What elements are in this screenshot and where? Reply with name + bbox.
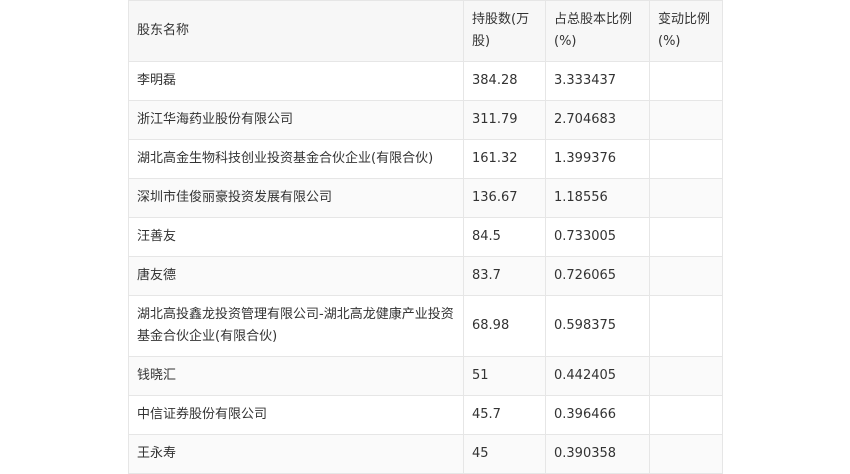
table-row: 唐友德 83.7 0.726065 — [128, 256, 723, 296]
shareholder-table: 股东名称 持股数(万股) 占总股本比例(%) 变动比例(%) 李明磊 384.2… — [128, 0, 723, 474]
cell-shareholder-name: 李明磊 — [128, 61, 464, 101]
cell-share-ratio: 0.396466 — [545, 395, 650, 435]
cell-shareholder-name: 汪善友 — [128, 217, 464, 257]
cell-shareholder-name: 中信证券股份有限公司 — [128, 395, 464, 435]
cell-change-ratio — [649, 178, 723, 218]
cell-shareholder-name: 王永寿 — [128, 434, 464, 474]
cell-shareholder-name: 湖北高投鑫龙投资管理有限公司-湖北高龙健康产业投资基金合伙企业(有限合伙) — [128, 295, 464, 357]
table-row: 深圳市佳俊丽豪投资发展有限公司 136.67 1.18556 — [128, 178, 723, 218]
header-shares-held: 持股数(万股) — [463, 0, 546, 62]
cell-change-ratio — [649, 434, 723, 474]
cell-change-ratio — [649, 295, 723, 357]
cell-share-ratio: 2.704683 — [545, 100, 650, 140]
cell-change-ratio — [649, 217, 723, 257]
shareholder-table-container: 股东名称 持股数(万股) 占总股本比例(%) 变动比例(%) 李明磊 384.2… — [128, 0, 723, 474]
cell-change-ratio — [649, 356, 723, 396]
table-header-row: 股东名称 持股数(万股) 占总股本比例(%) 变动比例(%) — [128, 0, 723, 62]
cell-share-ratio: 0.390358 — [545, 434, 650, 474]
cell-shares-held: 45.7 — [463, 395, 546, 435]
table-row: 中信证券股份有限公司 45.7 0.396466 — [128, 395, 723, 435]
table-row: 汪善友 84.5 0.733005 — [128, 217, 723, 257]
cell-change-ratio — [649, 395, 723, 435]
cell-shareholder-name: 唐友德 — [128, 256, 464, 296]
table-row: 李明磊 384.28 3.333437 — [128, 61, 723, 101]
table-row: 湖北高金生物科技创业投资基金合伙企业(有限合伙) 161.32 1.399376 — [128, 139, 723, 179]
cell-shares-held: 84.5 — [463, 217, 546, 257]
cell-share-ratio: 0.598375 — [545, 295, 650, 357]
header-share-ratio: 占总股本比例(%) — [545, 0, 650, 62]
cell-share-ratio: 0.442405 — [545, 356, 650, 396]
cell-change-ratio — [649, 139, 723, 179]
header-shareholder-name: 股东名称 — [128, 0, 464, 62]
cell-change-ratio — [649, 61, 723, 101]
header-change-ratio: 变动比例(%) — [649, 0, 723, 62]
cell-shares-held: 384.28 — [463, 61, 546, 101]
cell-shareholder-name: 浙江华海药业股份有限公司 — [128, 100, 464, 140]
cell-shares-held: 68.98 — [463, 295, 546, 357]
cell-shareholder-name: 湖北高金生物科技创业投资基金合伙企业(有限合伙) — [128, 139, 464, 179]
cell-shareholder-name: 钱晓汇 — [128, 356, 464, 396]
cell-share-ratio: 0.726065 — [545, 256, 650, 296]
cell-shares-held: 45 — [463, 434, 546, 474]
cell-shares-held: 83.7 — [463, 256, 546, 296]
cell-shares-held: 161.32 — [463, 139, 546, 179]
table-row: 王永寿 45 0.390358 — [128, 434, 723, 474]
cell-share-ratio: 0.733005 — [545, 217, 650, 257]
cell-share-ratio: 3.333437 — [545, 61, 650, 101]
table-row: 浙江华海药业股份有限公司 311.79 2.704683 — [128, 100, 723, 140]
cell-shares-held: 311.79 — [463, 100, 546, 140]
table-row: 湖北高投鑫龙投资管理有限公司-湖北高龙健康产业投资基金合伙企业(有限合伙) 68… — [128, 295, 723, 357]
cell-share-ratio: 1.399376 — [545, 139, 650, 179]
cell-change-ratio — [649, 100, 723, 140]
cell-shares-held: 136.67 — [463, 178, 546, 218]
cell-change-ratio — [649, 256, 723, 296]
cell-shareholder-name: 深圳市佳俊丽豪投资发展有限公司 — [128, 178, 464, 218]
cell-share-ratio: 1.18556 — [545, 178, 650, 218]
table-row: 钱晓汇 51 0.442405 — [128, 356, 723, 396]
cell-shares-held: 51 — [463, 356, 546, 396]
